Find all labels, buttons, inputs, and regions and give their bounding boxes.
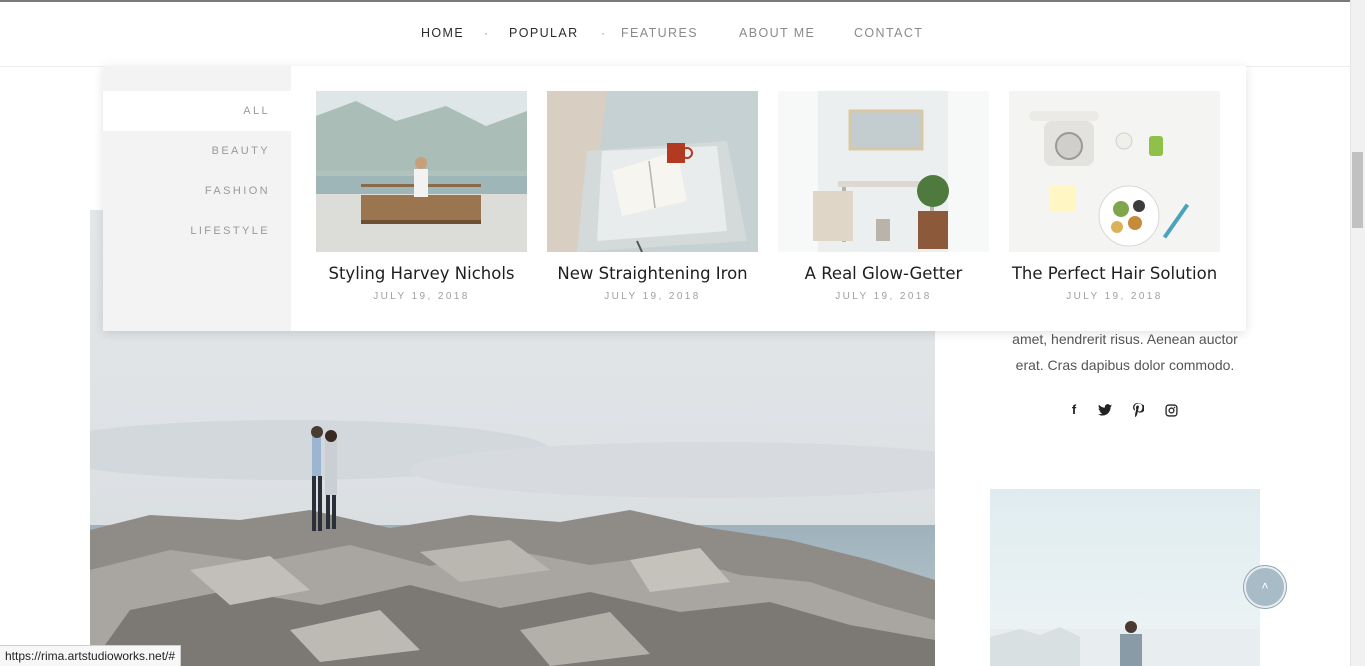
nav-item-features[interactable]: FEATURES	[621, 26, 698, 40]
post-title[interactable]: New Straightening Iron	[547, 264, 758, 283]
menu-post: New Straightening Iron JULY 19, 2018	[547, 91, 758, 302]
twitter-icon[interactable]	[1095, 400, 1115, 420]
category-list: ALL BEAUTY FASHION LIFESTYLE	[103, 66, 291, 331]
menu-post: Styling Harvey Nichols JULY 19, 2018	[316, 91, 527, 302]
nav-item-contact[interactable]: CONTACT	[854, 26, 923, 40]
nav-separator: ·	[601, 26, 605, 40]
category-all[interactable]: ALL	[103, 91, 291, 131]
nav-item-popular[interactable]: POPULAR	[509, 26, 579, 40]
post-thumbnail[interactable]	[547, 91, 758, 252]
post-title[interactable]: The Perfect Hair Solution	[1009, 264, 1220, 283]
post-date: JULY 19, 2018	[604, 291, 701, 302]
nav-separator: ·	[484, 26, 488, 40]
pinterest-icon[interactable]	[1128, 400, 1148, 420]
post-thumbnail[interactable]	[316, 91, 527, 252]
facebook-icon[interactable]: f	[1064, 400, 1084, 420]
post-title[interactable]: A Real Glow-Getter	[778, 264, 989, 283]
instagram-icon[interactable]	[1161, 400, 1181, 420]
nav-item-home[interactable]: HOME	[421, 26, 464, 40]
nav-item-about-me[interactable]: ABOUT ME	[739, 26, 815, 40]
post-thumbnail[interactable]	[1009, 91, 1220, 252]
browser-status-url: https://rima.artstudioworks.net/#	[0, 645, 182, 666]
post-date: JULY 19, 2018	[835, 291, 932, 302]
scrollbar-thumb[interactable]	[1352, 152, 1363, 228]
post-date: JULY 19, 2018	[373, 291, 470, 302]
menu-post: The Perfect Hair Solution JULY 19, 2018	[1009, 91, 1220, 302]
back-to-top-button[interactable]: ˄	[1244, 566, 1286, 608]
page-scrollbar[interactable]	[1350, 0, 1365, 666]
chevron-up-icon: ˄	[1261, 579, 1269, 593]
post-date: JULY 19, 2018	[1066, 291, 1163, 302]
main-navigation: HOME · POPULAR · FEATURES ABOUT ME CONTA…	[0, 2, 1350, 67]
page: amet, hendrerit risus. Aenean auctor era…	[0, 0, 1365, 666]
sidebar-image[interactable]	[990, 489, 1260, 666]
popular-mega-menu: ALL BEAUTY FASHION LIFESTYLE Styling Har…	[103, 66, 1246, 331]
post-thumbnail[interactable]	[778, 91, 989, 252]
category-beauty[interactable]: BEAUTY	[103, 131, 291, 171]
about-text-line: erat. Cras dapibus dolor commodo.	[1015, 357, 1235, 373]
category-lifestyle[interactable]: LIFESTYLE	[103, 211, 291, 251]
post-title[interactable]: Styling Harvey Nichols	[316, 264, 527, 283]
category-fashion[interactable]: FASHION	[103, 171, 291, 211]
menu-post: A Real Glow-Getter JULY 19, 2018	[778, 91, 989, 302]
